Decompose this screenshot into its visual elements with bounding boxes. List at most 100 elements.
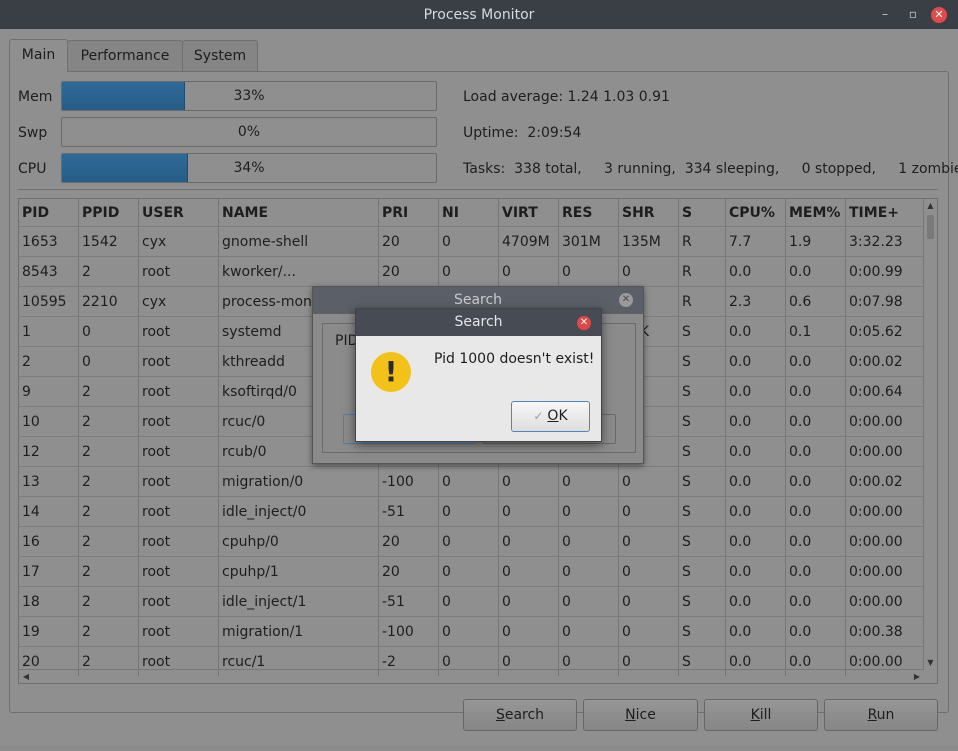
cell-name: migration/1 <box>219 617 379 646</box>
cell-state: S <box>679 467 726 496</box>
tab-system[interactable]: System <box>182 40 258 71</box>
col-time[interactable]: TIME+ <box>846 199 924 226</box>
cell-mem: 0.0 <box>786 497 846 526</box>
col-pri[interactable]: PRI <box>379 199 439 226</box>
table-row[interactable]: 16 2 root cpuhp/0 20 0 0 0 0 S 0.0 0.0 0:00.00 <box>19 526 924 556</box>
cell-cpu: 2.3 <box>726 287 786 316</box>
cell-virt: 0 <box>499 617 559 646</box>
alert-close-icon[interactable]: ✕ <box>577 316 591 330</box>
col-user[interactable]: USER <box>139 199 219 226</box>
col-shr[interactable]: SHR <box>619 199 679 226</box>
vertical-scrollbar[interactable]: ▲ ▼ <box>923 199 937 670</box>
cell-time: 0:05.62 <box>849 324 903 340</box>
table-row[interactable]: 8543 2 root kworker/... 20 0 0 0 0 R 0.0 0.0 0:00.99 <box>19 256 924 286</box>
cell-mem: 1.9 <box>786 227 846 256</box>
cpu-bar: 34% <box>61 153 437 183</box>
scroll-thumb[interactable] <box>927 215 934 239</box>
status-strip <box>0 745 958 751</box>
cell-mem: 0.0 <box>786 617 846 646</box>
cell-pri: 20 <box>379 557 439 586</box>
cell-state: R <box>679 257 726 286</box>
table-row[interactable]: 1653 1542 cyx gnome-shell 20 0 4709M 301M 135M R 7… <box>19 226 924 256</box>
cell-ni: 0 <box>439 497 499 526</box>
cell-user: root <box>139 347 219 376</box>
cell-state: S <box>679 617 726 646</box>
scroll-left-icon[interactable]: ◀ <box>19 670 33 683</box>
run-button[interactable]: Run <box>824 699 938 731</box>
cell-shr: 0 <box>619 587 679 616</box>
cell-state: S <box>679 437 726 466</box>
scroll-right-icon[interactable]: ▶ <box>910 670 924 683</box>
close-icon[interactable]: ✕ <box>931 7 947 23</box>
cell-ppid: 2 <box>79 617 139 646</box>
col-ni[interactable]: NI <box>439 199 499 226</box>
cell-cpu: 7.7 <box>726 227 786 256</box>
cell-res: 0 <box>559 527 619 556</box>
kill-button[interactable]: Kill <box>704 699 818 731</box>
cell-state: S <box>679 527 726 556</box>
col-virt[interactable]: VIRT <box>499 199 559 226</box>
cell-pid: 17 <box>19 557 79 586</box>
cell-pri: 20 <box>379 257 439 286</box>
cell-mem: 0.0 <box>786 527 846 556</box>
cell-user: root <box>139 587 219 616</box>
scroll-up-icon[interactable]: ▲ <box>924 199 937 213</box>
cell-mem: 0.0 <box>786 347 846 376</box>
cell-user: root <box>139 377 219 406</box>
table-row[interactable]: 17 2 root cpuhp/1 20 0 0 0 0 S 0.0 0.0 0:00.00 <box>19 556 924 586</box>
cell-state: S <box>679 407 726 436</box>
alert-dialog-titlebar: Search ✕ <box>356 309 601 336</box>
cell-name: idle_inject/0 <box>219 497 379 526</box>
ok-button[interactable]: ✓ OK <box>511 401 590 432</box>
cell-virt: 0 <box>499 467 559 496</box>
col-state[interactable]: S <box>679 199 726 226</box>
minimize-icon[interactable]: – <box>874 0 896 29</box>
cell-res: 0 <box>559 587 619 616</box>
cell-cpu: 0.0 <box>726 407 786 436</box>
cell-user: root <box>139 437 219 466</box>
mem-percent: 33% <box>233 88 265 104</box>
load-average: Load average: 1.24 1.03 0.91 <box>463 89 670 105</box>
col-ppid[interactable]: PPID <box>79 199 139 226</box>
cell-pid: 14 <box>19 497 79 526</box>
col-pid[interactable]: PID <box>19 199 79 226</box>
cell-name: cpuhp/1 <box>219 557 379 586</box>
cell-pri: -51 <box>379 587 439 616</box>
table-row[interactable]: 19 2 root migration/1 -100 0 0 0 0 S 0.0 0.0 0:00.38 <box>19 616 924 646</box>
search-button[interactable]: Search <box>463 699 577 731</box>
col-res[interactable]: RES <box>559 199 619 226</box>
table-row[interactable]: 18 2 root idle_inject/1 -51 0 0 0 0 S 0.0 0.0 0:00.0… <box>19 586 924 616</box>
scroll-down-icon[interactable]: ▼ <box>924 656 937 670</box>
cell-time: 0:00.64 <box>849 384 903 400</box>
table-row[interactable]: 14 2 root idle_inject/0 -51 0 0 0 0 S 0.0 0.0 0:00.0… <box>19 496 924 526</box>
nice-button[interactable]: Nice <box>583 699 698 731</box>
cell-ni: 0 <box>439 227 499 256</box>
col-cpu[interactable]: CPU% <box>726 199 786 226</box>
tab-performance[interactable]: Performance <box>67 40 183 71</box>
cell-pid: 9 <box>19 377 79 406</box>
cell-mem: 0.0 <box>786 437 846 466</box>
search-dialog-close-icon[interactable]: ✕ <box>619 293 633 307</box>
col-name[interactable]: NAME <box>219 199 379 226</box>
cell-user: root <box>139 257 219 286</box>
cell-pid: 2 <box>19 347 79 376</box>
cell-pid: 8543 <box>19 257 79 286</box>
cell-mem: 0.0 <box>786 467 846 496</box>
cell-state: S <box>679 377 726 406</box>
col-mem[interactable]: MEM% <box>786 199 846 226</box>
cell-name: kworker/... <box>219 257 379 286</box>
cell-time: 0:00.00 <box>849 504 903 520</box>
table-row[interactable]: 13 2 root migration/0 -100 0 0 0 0 S 0.0 0.0 0:00.02 <box>19 466 924 496</box>
cell-pid: 19 <box>19 617 79 646</box>
tasks-summary: Tasks: 338 total, 3 running, 334 sleepin… <box>463 161 958 177</box>
warning-icon: ! <box>371 352 411 392</box>
horizontal-scrollbar[interactable]: ◀ ▶ <box>19 669 924 683</box>
maximize-icon[interactable]: ▫ <box>902 0 924 29</box>
cell-res: 0 <box>559 617 619 646</box>
cell-cpu: 0.0 <box>726 617 786 646</box>
cell-time: 0:00.02 <box>849 474 903 490</box>
cell-pri: 20 <box>379 227 439 256</box>
cell-ni: 0 <box>439 467 499 496</box>
tab-main[interactable]: Main <box>9 39 68 72</box>
cell-state: S <box>679 317 726 346</box>
